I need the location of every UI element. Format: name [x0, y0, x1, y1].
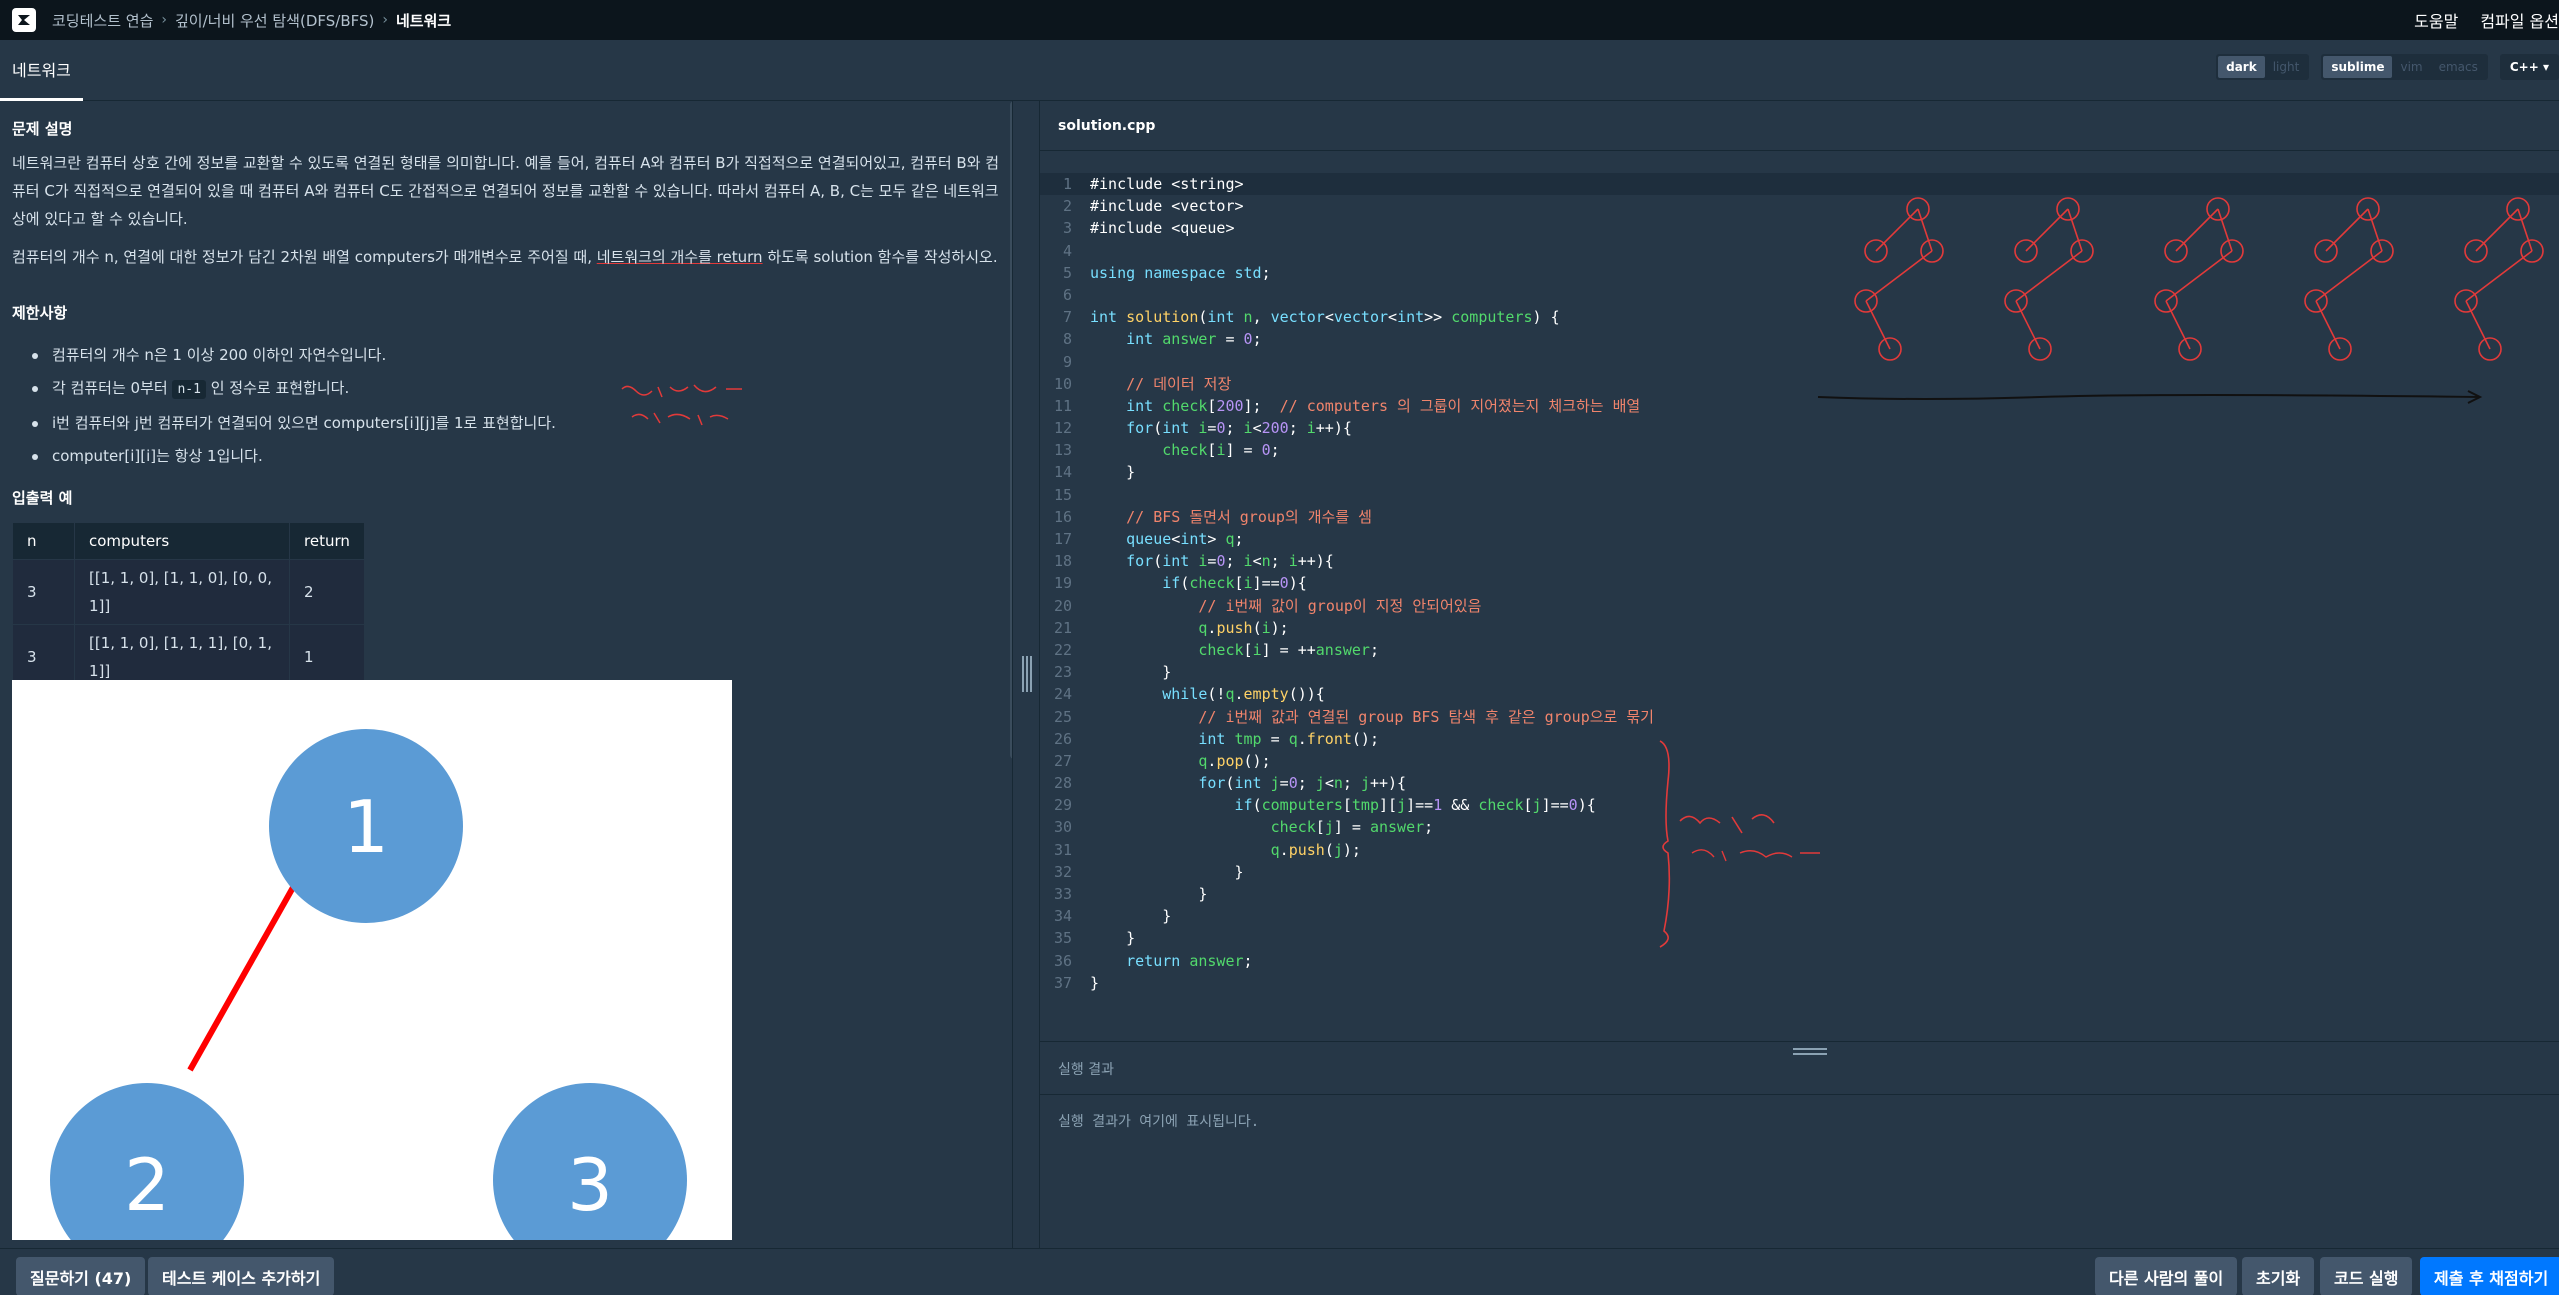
- pane-splitter[interactable]: [1012, 101, 1040, 1248]
- text-span: 인 정수로 표현합니다.: [210, 379, 350, 397]
- ask-question-button[interactable]: 질문하기 (47): [16, 1257, 146, 1295]
- section-title: 제한사항: [12, 304, 68, 322]
- problem-paragraph: 네트워크란 컴퓨터 상호 간에 정보를 교환할 수 있도록 연결된 형태를 의미…: [12, 154, 1000, 228]
- breadcrumb: 코딩테스트 연습 › 깊이/너비 우선 탐색(DFS/BFS) › 네트워크: [52, 10, 451, 31]
- run-code-button[interactable]: 코드 실행: [2320, 1257, 2413, 1295]
- keymap-toggle: sublime vim emacs: [2321, 54, 2488, 80]
- list-item: i번 컴퓨터와 j번 컴퓨터가 연결되어 있으면 computers[i][j]…: [12, 409, 1000, 437]
- language-select[interactable]: C++ ▾: [2499, 54, 2559, 80]
- add-testcase-button[interactable]: 테스트 케이스 추가하기: [148, 1257, 335, 1295]
- drag-handle-icon[interactable]: [1022, 656, 1032, 692]
- reset-button[interactable]: 초기화: [2242, 1257, 2315, 1295]
- results-panel: 실행 결과 실행 결과가 여기에 표시됩니다.: [1040, 1055, 2559, 1248]
- table-cell: 2: [289, 559, 365, 625]
- tab-bar: 네트워크 dark light sublime vim emacs C++ ▾: [0, 40, 2559, 101]
- table-cell: [[1, 1, 0], [1, 1, 0], [0, 0, 1]]: [74, 559, 290, 625]
- breadcrumb-item[interactable]: 코딩테스트 연습: [52, 10, 153, 31]
- node-label: 3: [567, 1143, 613, 1227]
- others-solutions-button[interactable]: 다른 사람의 풀이: [2095, 1257, 2238, 1295]
- keymap-vim-option[interactable]: vim: [2392, 56, 2430, 78]
- editor-options: dark light sublime vim emacs C++ ▾: [2216, 54, 2559, 80]
- inline-code: n-1: [172, 380, 206, 399]
- chevron-right-icon: ›: [161, 12, 167, 28]
- section-title: 문제 설명: [12, 120, 73, 138]
- theme-light-option[interactable]: light: [2265, 56, 2308, 78]
- table-header: computers: [74, 522, 290, 560]
- list-item: 각 컴퓨터는 0부터 n-1 인 정수로 표현합니다.: [12, 374, 1000, 404]
- top-nav: 코딩테스트 연습 › 깊이/너비 우선 탐색(DFS/BFS) › 네트워크 도…: [0, 0, 2559, 40]
- table-cell: 3: [12, 559, 75, 625]
- breadcrumb-item[interactable]: 깊이/너비 우선 탐색(DFS/BFS): [175, 10, 374, 31]
- breadcrumb-current: 네트워크: [395, 11, 452, 30]
- help-link[interactable]: 도움말: [2414, 8, 2458, 32]
- constraints-list: 컴퓨터의 개수 n은 1 이상 200 이하인 자연수입니다. 각 컴퓨터는 0…: [12, 341, 1000, 470]
- drag-handle-icon[interactable]: [1793, 1048, 1827, 1055]
- text-span: 컴퓨터의 개수 n, 연결에 대한 정보가 담긴 2차원 배열 computer…: [12, 248, 597, 266]
- keymap-emacs-option[interactable]: emacs: [2431, 56, 2486, 78]
- io-example-table: n computers return 3 [[1, 1, 0], [1, 1, …: [12, 522, 365, 690]
- handwritten-annotation: [621, 384, 742, 426]
- table-header-row: n computers return: [12, 522, 365, 560]
- keymap-sublime-option[interactable]: sublime: [2323, 56, 2393, 78]
- network-edge: [187, 873, 303, 1072]
- node-label: 1: [343, 785, 389, 869]
- section-title: 입출력 예: [12, 489, 73, 507]
- submit-button[interactable]: 제출 후 채점하기: [2420, 1257, 2559, 1295]
- text-span: 하도록 solution 함수를 작성하시오.: [762, 248, 998, 266]
- programmers-logo-icon[interactable]: [12, 8, 36, 32]
- text-span: 각 컴퓨터는 0부터: [52, 379, 173, 397]
- results-output: 실행 결과가 여기에 표시됩니다.: [1058, 1114, 1260, 1130]
- list-item: 컴퓨터의 개수 n은 1 이상 200 이하인 자연수입니다.: [12, 341, 1000, 369]
- tab-problem-title[interactable]: 네트워크: [0, 40, 83, 101]
- bottom-toolbar: 질문하기 (47) 테스트 케이스 추가하기 다른 사람의 풀이 초기화 코드 …: [0, 1248, 2559, 1295]
- table-row: 3 [[1, 1, 0], [1, 1, 0], [0, 0, 1]] 2: [12, 559, 365, 625]
- highlighted-text: 네트워크의 개수를 return: [596, 248, 763, 266]
- table-header: return: [289, 522, 365, 560]
- problem-paragraph: 컴퓨터의 개수 n, 연결에 대한 정보가 담긴 2차원 배열 computer…: [12, 243, 1000, 271]
- chevron-right-icon: ›: [382, 12, 388, 28]
- results-title: 실행 결과: [1040, 1055, 2559, 1095]
- compile-options-link[interactable]: 컴파일 옵션: [2480, 8, 2559, 32]
- node-label: 2: [124, 1143, 170, 1227]
- network-diagram: 1 2 3: [12, 680, 732, 1240]
- results-divider[interactable]: [1040, 1041, 2559, 1055]
- theme-dark-option[interactable]: dark: [2218, 56, 2265, 78]
- theme-toggle: dark light: [2216, 54, 2310, 80]
- table-header: n: [12, 522, 75, 560]
- handwritten-tree-sketches: [1040, 101, 2544, 948]
- list-item: computer[i][i]는 항상 1입니다.: [12, 442, 1000, 470]
- code-editor[interactable]: solution.cpp 1 #include <string> 2 #include…: [1040, 101, 2559, 1041]
